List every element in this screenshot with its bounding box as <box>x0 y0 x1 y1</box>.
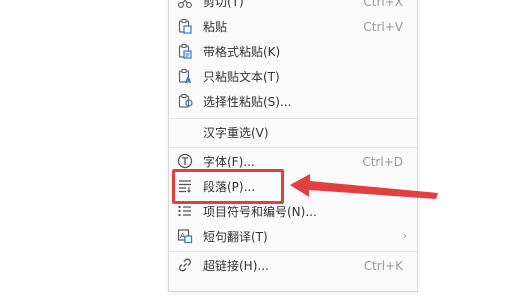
menu-item-shortcut: Ctrl+D <box>362 155 403 169</box>
menu-item-paste-special[interactable]: 选择性粘贴(S)... <box>169 90 417 114</box>
submenu-arrow-icon: › <box>403 231 407 242</box>
scissors-icon <box>177 0 193 9</box>
paste-formatted-icon <box>178 44 192 59</box>
menu-item-hyperlink[interactable]: 超链接(H)... Ctrl+K <box>169 254 417 278</box>
font-icon <box>177 153 193 169</box>
menu-item-paste[interactable]: 粘贴 Ctrl+V <box>169 15 417 39</box>
menu-item-label: 超链接(H)... <box>203 259 269 273</box>
menu-item-sentence-translation[interactable]: A 短句翻译(T) › <box>169 225 417 249</box>
svg-text:A: A <box>185 76 192 84</box>
translate-icon: A <box>177 229 193 244</box>
highlight-box <box>172 169 284 204</box>
menu-item-shortcut: Ctrl+X <box>363 0 403 9</box>
svg-text:A: A <box>180 232 185 240</box>
menu-item-hanzi-reselect[interactable]: 汉字重选(V) <box>169 121 417 145</box>
menu-item-label: 字体(F)... <box>203 155 255 169</box>
menu-item-label: 项目符号和编号(N)... <box>203 205 317 219</box>
menu-item-label: 只粘贴文本(T) <box>203 70 280 84</box>
hyperlink-icon <box>179 258 191 272</box>
menu-item-label: 带格式粘贴(K) <box>203 45 281 59</box>
paste-special-icon <box>178 94 193 108</box>
menu-item-cut[interactable]: 剪切(T) Ctrl+X <box>169 0 417 14</box>
menu-item-label: 剪切(T) <box>203 0 244 9</box>
menu-item-label: 选择性粘贴(S)... <box>203 95 292 109</box>
menu-separator <box>169 251 417 252</box>
paste-text-only-icon: A <box>178 69 192 84</box>
context-menu: 剪切(T) Ctrl+X 粘贴 Ctrl+V 带格式粘贴(K) A 只粘贴文本(… <box>168 0 418 292</box>
list-bullets-icon <box>178 206 191 216</box>
menu-item-label: 汉字重选(V) <box>203 126 269 140</box>
menu-item-paste-formatted[interactable]: 带格式粘贴(K) <box>169 40 417 64</box>
paste-icon <box>178 19 192 34</box>
menu-item-shortcut: Ctrl+K <box>363 259 403 273</box>
menu-item-label: 粘贴 <box>203 20 228 34</box>
menu-item-paste-text-only[interactable]: A 只粘贴文本(T) <box>169 65 417 89</box>
menu-separator <box>169 118 417 119</box>
menu-separator <box>169 147 417 148</box>
menu-item-shortcut: Ctrl+V <box>363 20 403 34</box>
menu-item-label: 短句翻译(T) <box>203 230 268 244</box>
